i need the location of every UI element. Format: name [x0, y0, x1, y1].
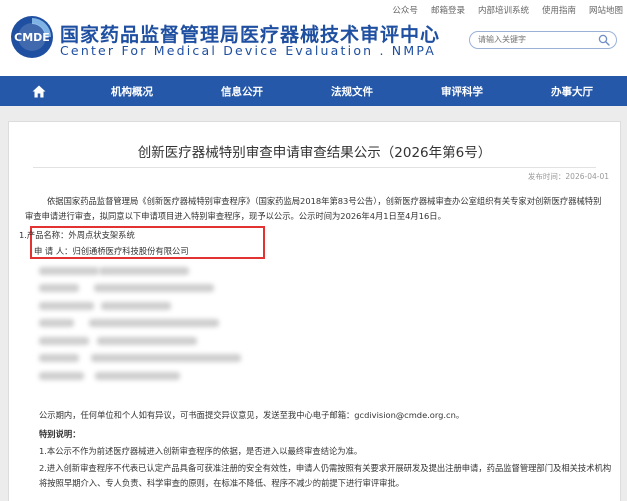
- applicant-name: 申 请 人：归创通桥医疗科技股份有限公司: [34, 246, 189, 256]
- redacted-line: [89, 319, 219, 327]
- search-icon[interactable]: [598, 34, 610, 46]
- redacted-line: [101, 302, 171, 310]
- product-name: 1.产品名称：外周点状支架系统: [19, 230, 135, 240]
- search-input[interactable]: [478, 33, 590, 46]
- redacted-line: [39, 372, 84, 380]
- logo-text: CMDE: [14, 31, 50, 44]
- publish-date: 发布时间：2026-04-01: [527, 172, 609, 181]
- redacted-line: [39, 302, 94, 310]
- nav-about[interactable]: 机构概况: [77, 76, 187, 106]
- article-card: 创新医疗器械特别审查申请审查结果公示（2026年第6号） 发布时间：2026-0…: [8, 121, 621, 501]
- top-link-training[interactable]: 内部培训系统: [478, 4, 529, 16]
- redacted-entries: [29, 262, 449, 392]
- redacted-line: [95, 372, 180, 380]
- redacted-line: [99, 267, 189, 275]
- site-header: CMDE 国家药品监督管理局医疗器械技术审评中心 Center For Medi…: [0, 0, 627, 76]
- main-nav: 机构概况 信息公开 法规文件 审评科学 办事大厅: [0, 76, 627, 106]
- redacted-line: [91, 354, 241, 362]
- special-note-heading: 特别说明：: [39, 429, 81, 439]
- redacted-line: [94, 284, 214, 292]
- nav-service-hall[interactable]: 办事大厅: [517, 76, 627, 106]
- home-icon: [32, 85, 45, 97]
- title-divider: [33, 167, 596, 168]
- top-link-wechat[interactable]: 公众号: [392, 4, 418, 16]
- intro-paragraph: 依据国家药品监督管理局《创新医疗器械特别审查程序》（国家药监局2018年第83号…: [25, 196, 602, 221]
- redacted-line: [39, 267, 99, 275]
- top-link-mail-login[interactable]: 邮箱登录: [431, 4, 465, 16]
- objection-notice: 公示期内，任何单位和个人如有异议，可书面提交异议意见，发送至我中心电子邮箱：gc…: [39, 410, 465, 420]
- redacted-line: [39, 319, 74, 327]
- nav-home[interactable]: [0, 76, 77, 106]
- cmde-logo[interactable]: CMDE: [9, 14, 55, 60]
- org-name-en[interactable]: Center For Medical Device Evaluation . N…: [60, 43, 436, 58]
- redacted-line: [39, 284, 79, 292]
- redacted-line: [39, 337, 89, 345]
- redacted-line: [97, 337, 197, 345]
- article-title: 创新医疗器械特别审查申请审查结果公示（2026年第6号）: [137, 145, 492, 161]
- nav-regulations[interactable]: 法规文件: [297, 76, 407, 106]
- redacted-line: [39, 354, 79, 362]
- special-note-2: 2.进入创新审查程序不代表已认定产品具备可获准注册的安全有效性，申请人仍需按照有…: [39, 463, 612, 488]
- nav-info-disclosure[interactable]: 信息公开: [187, 76, 297, 106]
- search-box: [469, 31, 617, 49]
- top-links: 公众号 邮箱登录 内部培训系统 使用指南 网站地图: [392, 4, 623, 16]
- nav-review-science[interactable]: 审评科学: [407, 76, 517, 106]
- special-note-1: 1.本公示不作为前述医疗器械进入创新审查程序的依据，是否进入以最终审查结论为准。: [39, 446, 363, 456]
- top-link-sitemap[interactable]: 网站地图: [589, 4, 623, 16]
- top-link-guide[interactable]: 使用指南: [542, 4, 576, 16]
